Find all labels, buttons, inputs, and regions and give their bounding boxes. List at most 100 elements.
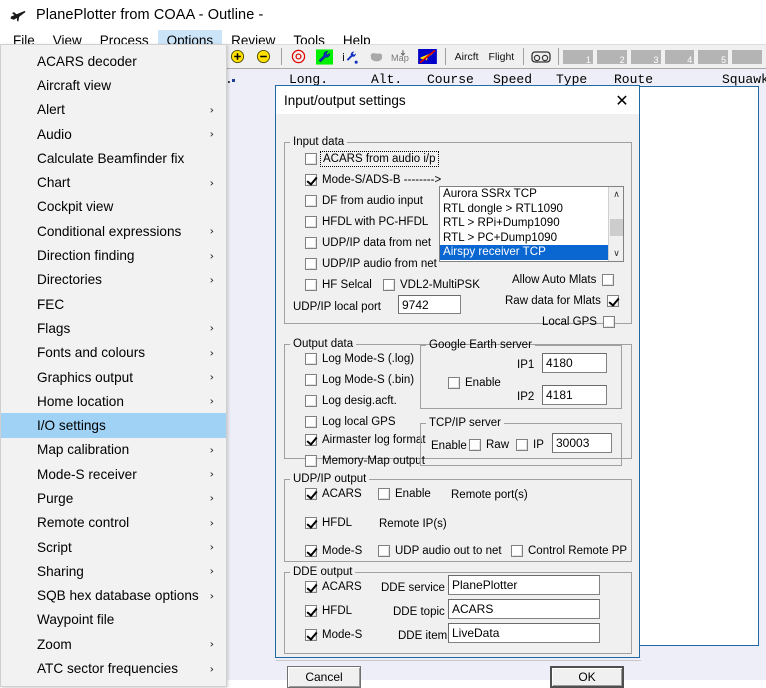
checkbox-acars-from-audio[interactable]: ACARS from audio i/p	[305, 151, 439, 167]
ip2-input[interactable]: 4181	[542, 385, 607, 405]
checkbox-box[interactable]	[448, 377, 460, 389]
checkbox-box[interactable]	[606, 295, 619, 307]
menu-item-calculate-beamfinder-fix[interactable]: Calculate Beamfinder fix	[1, 146, 226, 170]
checkbox-box[interactable]	[305, 353, 317, 365]
menu-item-remote-control[interactable]: Remote control ›	[1, 511, 226, 535]
cloud-grey-icon[interactable]	[363, 45, 389, 68]
checkbox-box[interactable]	[305, 488, 317, 500]
list-item[interactable]: RTL dongle > RTL1090	[440, 202, 623, 217]
menu-item-direction-finding[interactable]: Direction finding ›	[1, 243, 226, 267]
checkbox-box[interactable]	[305, 434, 317, 446]
checkbox-df-from-audio-input[interactable]: DF from audio input	[305, 195, 423, 207]
close-icon[interactable]: ✕	[605, 87, 639, 113]
checkbox-box[interactable]	[305, 545, 317, 557]
cancel-button[interactable]: Cancel	[287, 666, 361, 688]
checkbox-box[interactable]	[602, 274, 615, 286]
checkbox-google-earth-enable[interactable]: Enable	[448, 377, 501, 389]
checkbox-box[interactable]	[305, 374, 317, 386]
checkbox-box[interactable]	[305, 153, 317, 165]
checkbox-udp-acars[interactable]: ACARS	[305, 488, 362, 500]
checkbox-vdl2-multipsk[interactable]: VDL2-MultiPSK	[383, 279, 480, 291]
checkbox-memory-map-output[interactable]: Memory-Map output	[305, 455, 425, 467]
checkbox-box[interactable]	[305, 605, 317, 617]
receiver-listbox[interactable]: Aurora SSRx TCP RTL dongle > RTL1090 RTL…	[439, 186, 624, 262]
dde-topic-input[interactable]: ACARS	[448, 599, 600, 619]
checkbox-box[interactable]	[305, 629, 317, 641]
info-wrench-icon[interactable]: i	[337, 45, 363, 68]
checkbox-box[interactable]	[305, 416, 317, 428]
udpip-local-port-input[interactable]: 9742	[398, 295, 461, 314]
checkbox-log-modes-bin[interactable]: Log Mode-S (.bin)	[305, 374, 414, 386]
checkbox-box[interactable]	[469, 439, 481, 451]
menu-item-home-location[interactable]: Home location ›	[1, 389, 226, 413]
preset-slot-6[interactable]	[732, 49, 762, 64]
no-aircraft-icon[interactable]	[415, 45, 441, 68]
list-item[interactable]: RTL > RPi+Dump1090	[440, 216, 623, 231]
checkbox-control-remote-pp[interactable]: Control Remote PP	[511, 545, 627, 557]
scroll-down-icon[interactable]: ∨	[609, 246, 623, 261]
checkbox-box[interactable]	[378, 488, 390, 500]
menu-item-atc-sector-frequencies[interactable]: ATC sector frequencies ›	[1, 656, 226, 680]
aircraft-button[interactable]: Aircft	[450, 45, 484, 68]
target-icon[interactable]	[286, 45, 312, 68]
checkbox-hf-selcal[interactable]: HF Selcal	[305, 279, 372, 291]
checkbox-udp-enable[interactable]: Enable	[378, 488, 431, 500]
menu-item-i-o-settings[interactable]: I/O settings	[1, 413, 226, 438]
tcpip-port-input[interactable]: 30003	[552, 433, 612, 453]
checkbox-udp-hfdl[interactable]: HFDL	[305, 517, 352, 529]
menu-item-zoom[interactable]: Zoom ›	[1, 632, 226, 656]
menu-item-alert[interactable]: Alert ›	[1, 98, 226, 122]
menu-item-mode-s-receiver[interactable]: Mode-S receiver ›	[1, 462, 226, 486]
menu-item-flags[interactable]: Flags ›	[1, 316, 226, 340]
preset-slot-5[interactable]: 5	[698, 49, 729, 65]
menu-item-directories[interactable]: Directories ›	[1, 268, 226, 292]
checkbox-log-local-gps[interactable]: Log local GPS	[305, 416, 396, 428]
checkbox-box[interactable]	[305, 258, 317, 270]
checkbox-box[interactable]	[378, 545, 390, 557]
checkbox-tcpip-ip[interactable]: IP	[516, 439, 544, 451]
checkbox-local-gps[interactable]: Local GPS	[542, 316, 615, 328]
flight-button[interactable]: Flight	[484, 45, 520, 68]
menu-item-chart[interactable]: Chart ›	[1, 170, 226, 194]
menu-item-waypoint-file[interactable]: Waypoint file	[1, 608, 226, 632]
ip1-input[interactable]: 4180	[542, 353, 607, 373]
wrench-green-icon[interactable]	[311, 45, 337, 68]
preset-slot-2[interactable]: 2	[596, 49, 627, 65]
ok-button[interactable]: OK	[550, 666, 624, 688]
menu-item-acars-decoder[interactable]: ACARS decoder	[1, 49, 226, 73]
checkbox-tcpip-raw[interactable]: Raw	[469, 439, 509, 451]
checkbox-udpip-audio-from-net[interactable]: UDP/IP audio from net	[305, 258, 437, 270]
zoom-out-icon[interactable]	[251, 45, 277, 68]
checkbox-box[interactable]	[305, 174, 317, 186]
menu-item-cockpit-view[interactable]: Cockpit view	[1, 195, 226, 219]
menu-item-sharing[interactable]: Sharing ›	[1, 559, 226, 583]
checkbox-log-modes-log[interactable]: Log Mode-S (.log)	[305, 353, 414, 365]
menu-item-sqb-hex-database-options[interactable]: SQB hex database options ›	[1, 584, 226, 608]
menu-item-conditional-expressions[interactable]: Conditional expressions ›	[1, 219, 226, 243]
checkbox-udp-modes[interactable]: Mode-S	[305, 545, 362, 557]
checkbox-box[interactable]	[305, 237, 317, 249]
checkbox-raw-data-for-mlats[interactable]: Raw data for Mlats	[505, 295, 619, 307]
menu-item-fonts-and-colours[interactable]: Fonts and colours ›	[1, 341, 226, 365]
checkbox-box[interactable]	[305, 216, 317, 228]
checkbox-box[interactable]	[602, 316, 615, 328]
checkbox-box[interactable]	[305, 455, 317, 467]
preset-slot-4[interactable]: 4	[664, 49, 695, 65]
preset-slot-1[interactable]: 1	[563, 49, 593, 65]
checkbox-dde-acars[interactable]: ACARS	[305, 581, 362, 593]
menu-item-audio[interactable]: Audio ›	[1, 122, 226, 146]
menu-item-aircraft-view[interactable]: Aircraft view	[1, 73, 226, 97]
binoculars-icon[interactable]	[528, 45, 554, 68]
map-download-icon[interactable]: Map	[389, 45, 415, 68]
checkbox-log-desig-acft[interactable]: Log desig.acft.	[305, 395, 397, 407]
listbox-scrollbar[interactable]: ∧ ∨	[608, 187, 623, 261]
checkbox-airmaster-log-format[interactable]: Airmaster log format	[305, 434, 426, 446]
dde-service-input[interactable]: PlanePlotter	[448, 575, 600, 595]
list-item[interactable]: Aurora SSRx TCP	[440, 187, 623, 202]
dde-item-input[interactable]: LiveData	[448, 623, 600, 643]
checkbox-dde-modes[interactable]: Mode-S	[305, 629, 362, 641]
menu-item-graphics-output[interactable]: Graphics output ›	[1, 365, 226, 389]
menu-item-fec[interactable]: FEC	[1, 292, 226, 316]
toolbar[interactable]: i Map Aircft Flight 1 2 3 4 5	[225, 44, 766, 69]
checkbox-allow-auto-mlats[interactable]: Allow Auto Mlats	[512, 274, 615, 286]
